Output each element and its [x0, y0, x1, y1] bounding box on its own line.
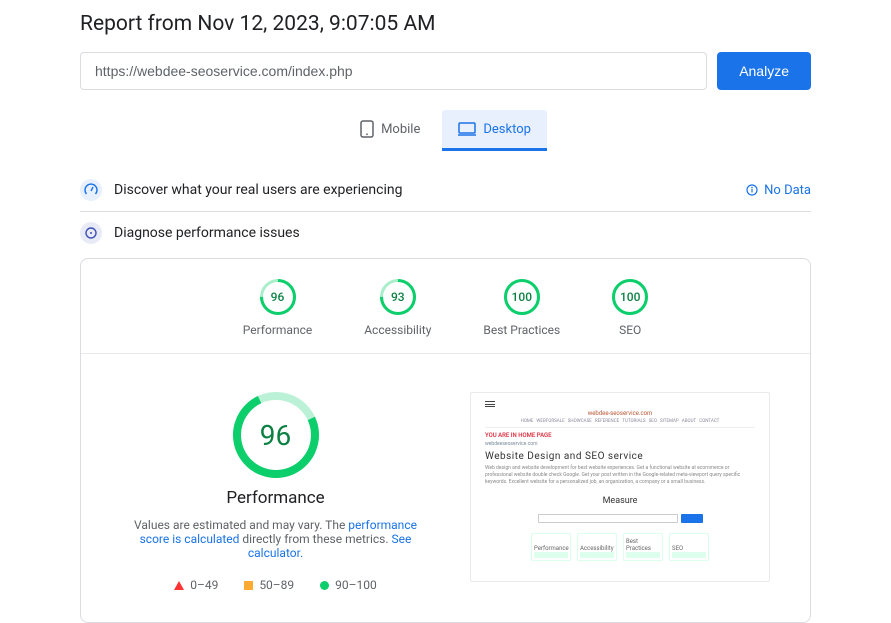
url-analyze-row: Analyze: [80, 52, 811, 90]
no-data-link[interactable]: No Data: [746, 183, 811, 198]
hamburger-icon: [485, 401, 495, 407]
discover-section-header: Discover what your real users are experi…: [80, 169, 811, 212]
legend-good: 90–100: [320, 578, 377, 592]
gauge-accessibility[interactable]: 93 Accessibility: [364, 279, 431, 337]
performance-gauge-large: 96: [233, 392, 319, 478]
gauge-best-practices-label: Best Practices: [483, 323, 560, 337]
gauges-row: 96 Performance 93 Accessibility 100 Best…: [81, 259, 810, 354]
gauge-best-practices-value: 100: [504, 279, 540, 315]
ss-measure-heading: Measure: [485, 496, 755, 506]
device-tabs: Mobile Desktop: [80, 110, 811, 151]
gauge-performance[interactable]: 96 Performance: [243, 279, 312, 337]
diagnose-section-title: Diagnose performance issues: [114, 225, 300, 241]
performance-gauge-large-label: Performance: [226, 488, 324, 508]
phone-icon: [360, 120, 374, 138]
gauge-best-practices[interactable]: 100 Best Practices: [483, 279, 560, 337]
gauge-accessibility-label: Accessibility: [364, 323, 431, 337]
gauge-seo-label: SEO: [619, 323, 641, 337]
page-title: Report from Nov 12, 2023, 9:07:05 AM: [80, 12, 811, 36]
triangle-icon: [174, 581, 184, 590]
gauge-seo[interactable]: 100 SEO: [612, 279, 648, 337]
legend-avg: 50–89: [244, 578, 294, 592]
tab-mobile[interactable]: Mobile: [344, 110, 436, 151]
ss-description: Web design and website development for b…: [485, 465, 755, 486]
desktop-icon: [458, 122, 476, 136]
ss-input-row: [485, 514, 755, 523]
no-data-label: No Data: [764, 183, 811, 198]
ss-headline: Website Design and SEO service: [485, 451, 755, 462]
square-icon: [244, 581, 253, 590]
performance-help-text: Values are estimated and may vary. The p…: [121, 518, 430, 560]
ss-cards: Performance Accessibility Best Practices…: [485, 533, 755, 561]
tab-mobile-label: Mobile: [381, 122, 420, 137]
speedometer-icon: [80, 179, 102, 201]
tab-desktop-label: Desktop: [483, 122, 531, 137]
legend-fail: 0–49: [174, 578, 218, 592]
diagnose-card: 96 Performance 93 Accessibility 100 Best…: [80, 258, 811, 623]
tab-desktop[interactable]: Desktop: [442, 110, 547, 151]
performance-panel: 96 Performance Values are estimated and …: [81, 354, 810, 592]
performance-gauge-large-value: 96: [233, 392, 319, 478]
ss-nav: HOMEWEBFORSALESHOWCASEREFERENCETUTORIALS…: [485, 419, 755, 428]
diagnose-section-header: Diagnose performance issues: [80, 212, 811, 254]
ss-meta: webdeeseoservice.com: [485, 441, 755, 447]
ss-homepage-badge: YOU ARE IN HOME PAGE: [485, 432, 755, 439]
info-icon: [746, 184, 758, 196]
gauge-performance-value: 96: [260, 279, 296, 315]
score-legend: 0–49 50–89 90–100: [174, 578, 377, 592]
ss-brand: webdee-seoservice.com: [485, 410, 755, 417]
discover-section-title: Discover what your real users are experi…: [114, 182, 402, 198]
circle-icon: [320, 581, 329, 590]
page-screenshot: webdee-seoservice.com HOMEWEBFORSALESHOW…: [470, 392, 770, 582]
diagnose-icon: [80, 222, 102, 244]
gauge-seo-value: 100: [612, 279, 648, 315]
gauge-performance-label: Performance: [243, 323, 312, 337]
analyze-button[interactable]: Analyze: [717, 52, 811, 90]
gauge-accessibility-value: 93: [380, 279, 416, 315]
url-input[interactable]: [80, 52, 707, 90]
